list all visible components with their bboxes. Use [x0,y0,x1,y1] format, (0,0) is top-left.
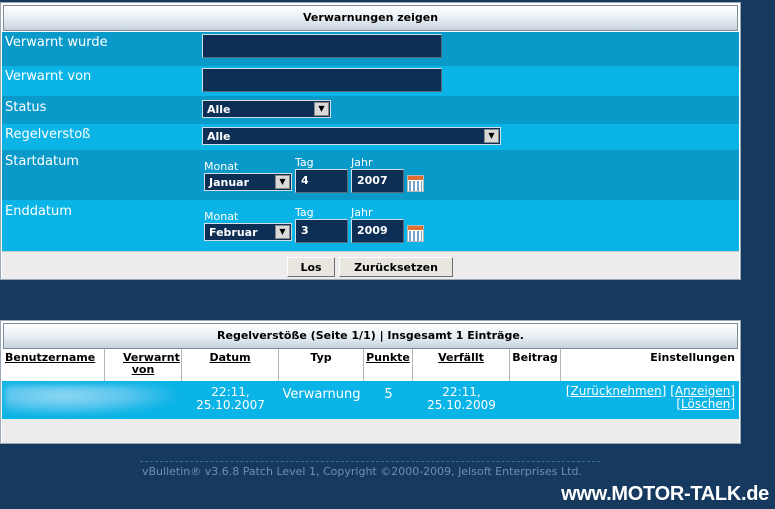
start-date-label: Startdatum [5,154,79,169]
start-day-label: Tag [295,156,314,169]
reset-button[interactable]: Zurücksetzen [339,257,453,277]
results-table-footer [2,419,739,443]
violation-select[interactable]: Alle ▼ [202,127,501,145]
calendar-icon[interactable] [407,225,424,242]
start-month-label: Monat [204,160,239,173]
violation-select-value: Alle [207,130,231,143]
start-month-select[interactable]: Januar ▼ [204,173,292,191]
end-month-value: Februar [209,226,258,239]
col-username[interactable]: Benutzername [2,349,105,381]
status-row: Status Alle ▼ [2,96,739,124]
filter-panel-title: Verwarnungen zeigen [3,5,738,31]
table-row: 22:11, 25.10.2007 Verwarnung 5 22:11, 25… [2,381,739,419]
chevron-down-icon[interactable]: ▼ [484,129,499,143]
start-day-input[interactable]: 4 [295,169,348,193]
status-select[interactable]: Alle ▼ [202,100,331,118]
col-warned-by[interactable]: Verwarnt von [105,349,182,381]
chevron-down-icon[interactable]: ▼ [314,102,329,116]
warned-user-label: Verwarnt wurde [5,35,108,50]
delete-link[interactable]: [Löschen] [676,397,735,411]
filter-button-bar: Los Zurücksetzen [2,251,739,279]
row-actions: [Zurücknehmen] [Anzeigen] [Löschen] [561,381,735,419]
start-date-row: Startdatum Monat Tag Jahr Januar ▼ 4 200… [2,150,739,200]
warnings-filter-panel: Verwarnungen zeigen Verwarnt wurde Verwa… [0,2,741,280]
row-expires: 22:11, 25.10.2009 [427,385,496,412]
calendar-icon[interactable] [407,175,424,192]
chevron-down-icon[interactable]: ▼ [275,175,290,189]
chevron-down-icon[interactable]: ▼ [275,225,290,239]
results-panel-title: Regelverstöße (Seite 1/1) | Insgesamt 1 … [3,323,738,349]
end-day-label: Tag [295,206,314,219]
col-post: Beitrag [510,349,561,381]
col-type: Typ [279,349,364,381]
view-link[interactable]: [Anzeigen] [670,384,735,398]
col-date[interactable]: Datum [182,349,279,381]
go-button[interactable]: Los [287,257,335,277]
violation-label: Regelverstoß [5,127,91,142]
col-expires[interactable]: Verfällt [413,349,510,381]
violations-results-panel: Regelverstöße (Seite 1/1) | Insgesamt 1 … [0,320,741,444]
footer-divider [140,461,600,462]
start-year-label: Jahr [351,156,373,169]
start-month-value: Januar [209,176,250,189]
status-select-value: Alle [207,103,231,116]
end-date-label: Enddatum [5,204,72,219]
end-month-label: Monat [204,210,239,223]
status-label: Status [5,100,47,115]
redacted-username [5,385,175,415]
col-settings: Einstellungen [650,351,735,364]
start-year-input[interactable]: 2007 [351,169,404,193]
end-year-label: Jahr [351,206,373,219]
warned-by-label: Verwarnt von [5,69,92,84]
row-type: Verwarnung [282,387,361,402]
copyright-text: vBulletin® v3.6.8 Patch Level 1, Copyrig… [142,465,582,478]
row-points: 5 [384,387,393,402]
end-day-input[interactable]: 3 [295,219,348,243]
col-points[interactable]: Punkte [364,349,413,381]
results-table-header: Benutzername Verwarnt von Datum Typ Punk… [2,349,739,381]
revoke-link[interactable]: [Zurücknehmen] [566,384,667,398]
violation-row: Regelverstoß Alle ▼ [2,124,739,150]
end-year-input[interactable]: 2009 [351,219,404,243]
row-post [510,381,561,419]
end-date-row: Enddatum Monat Tag Jahr Februar ▼ 3 2009 [2,200,739,251]
row-date: 22:11, 25.10.2007 [196,385,265,412]
warned-by-input[interactable] [202,68,442,92]
warned-user-row: Verwarnt wurde [2,32,739,66]
site-watermark: www.MOTOR-TALK.de [561,483,769,505]
warned-by-row: Verwarnt von [2,66,739,96]
end-month-select[interactable]: Februar ▼ [204,223,292,241]
warned-user-input[interactable] [202,34,442,58]
